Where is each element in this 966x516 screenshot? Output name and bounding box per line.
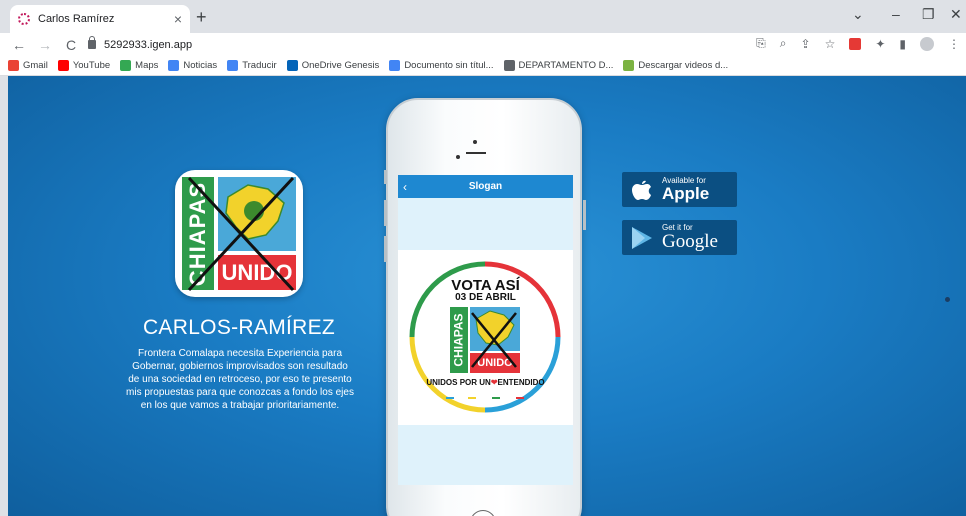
apple-store-button[interactable]: Available for Apple	[622, 172, 737, 207]
cross-mark-icon	[187, 176, 295, 292]
bookmark-label: OneDrive Genesis	[301, 60, 380, 71]
bookmark-favicon-icon	[623, 60, 635, 71]
web-page: CHIAPAS UNIDO CARLOS-RAMÍREZ Frontera Co…	[8, 76, 966, 516]
tab-search-icon[interactable]: ⌄	[852, 6, 864, 23]
bookmark-label: YouTube	[72, 60, 111, 71]
google-store-big-text: Google	[662, 231, 718, 252]
bookmark-item[interactable]: Traducir	[227, 60, 277, 71]
slogan-unidos-text: UNIDOS POR UN❤ENTENDIDO	[426, 378, 545, 387]
browser-toolbar: ← → C 5292933.igen.app ⎘ ⌕ ⇪ ☆ ✦ ▮ ⋮	[0, 33, 966, 56]
pdf-extension-icon[interactable]	[849, 37, 862, 50]
address-bar[interactable]: 5292933.igen.app	[88, 35, 192, 54]
bookmark-item[interactable]: DEPARTAMENTO D...	[503, 60, 614, 71]
bookmark-label: Gmail	[23, 60, 48, 71]
lock-icon[interactable]	[88, 36, 96, 49]
bookmark-favicon-icon	[168, 60, 180, 71]
bookmark-label: Traducir	[242, 60, 277, 71]
bookmark-item[interactable]: Documento sin títul...	[389, 60, 494, 71]
heart-icon: ❤	[490, 378, 498, 387]
bookmark-label: Noticias	[183, 60, 218, 71]
bookmark-item[interactable]: Gmail	[8, 60, 48, 71]
bookmark-item[interactable]: Noticias	[168, 60, 217, 71]
bookmark-favicon-icon	[286, 60, 298, 71]
mini-cross-mark-icon	[471, 312, 517, 368]
bookmark-label: DEPARTAMENTO D...	[518, 60, 614, 71]
install-app-icon[interactable]: ⎘	[756, 36, 766, 51]
google-play-icon	[622, 226, 662, 250]
bookmark-item[interactable]: YouTube	[57, 60, 111, 71]
slogan-image: VOTA ASÍ 03 DE ABRIL CHIAPAS UNIDO UNIDO…	[398, 250, 573, 425]
slogan-mini-logo: CHIAPAS UNIDO	[450, 307, 520, 373]
apple-store-big-text: Apple	[662, 184, 710, 203]
bookmark-label: Maps	[135, 60, 159, 71]
side-panel-icon[interactable]: ▮	[899, 37, 906, 51]
bookmark-label: Descargar videos d...	[638, 60, 729, 71]
restore-button[interactable]: ❐	[922, 6, 935, 23]
menu-kebab-icon[interactable]: ⋮	[948, 37, 960, 51]
bookmarks-bar: Gmail YouTube Maps Noticias Traducir OneDrive…	[0, 56, 966, 76]
bookmark-favicon-icon	[227, 60, 239, 71]
slogan-date-text: 03 DE ABRIL	[455, 292, 516, 303]
share-icon[interactable]: ⇪	[801, 37, 811, 51]
url-text[interactable]: 5292933.igen.app	[104, 39, 192, 51]
bookmark-favicon-icon	[57, 60, 69, 71]
new-tab-button[interactable]: +	[196, 7, 207, 28]
page-dot	[945, 297, 950, 302]
tab-strip: Carlos Ramírez × + ⌄ – ❐ ✕	[0, 0, 966, 33]
phone-speaker	[466, 152, 486, 154]
apple-icon	[622, 179, 662, 201]
back-chevron-icon[interactable]: ‹	[398, 180, 412, 194]
bookmark-item[interactable]: Descargar videos d...	[623, 60, 728, 71]
phone-home-button	[470, 510, 496, 516]
google-store-button[interactable]: Get it for Google	[622, 220, 737, 255]
reload-button[interactable]: C	[64, 37, 78, 53]
site-favicon-icon	[18, 13, 30, 25]
close-window-button[interactable]: ✕	[950, 6, 962, 23]
chiapas-unido-logo: CHIAPAS UNIDO	[175, 170, 303, 297]
tab-title: Carlos Ramírez	[38, 13, 115, 25]
bookmark-label: Documento sin títul...	[404, 60, 494, 71]
candidate-name: CARLOS-RAMÍREZ	[142, 316, 336, 339]
bookmark-item[interactable]: Maps	[120, 60, 158, 71]
phone-screen: ‹ Slogan VOTA ASÍ 03 DE ABRIL CHIAPAS UN…	[398, 175, 573, 485]
profile-avatar[interactable]	[920, 36, 934, 51]
bookmark-star-icon[interactable]: ☆	[825, 37, 836, 51]
phone-sensor	[456, 155, 460, 159]
bookmark-favicon-icon	[389, 60, 401, 71]
candidate-description: Frontera Comalapa necesita Experiencia p…	[126, 348, 354, 411]
toolbar-actions: ⎘ ⌕ ⇪ ☆ ✦ ▮ ⋮	[756, 36, 960, 51]
phone-camera	[473, 140, 477, 144]
zoom-icon[interactable]: ⌕	[780, 36, 787, 51]
app-header-title: Slogan	[468, 181, 503, 192]
browser-tab[interactable]: Carlos Ramírez ×	[10, 5, 190, 33]
bookmark-favicon-icon	[120, 60, 132, 71]
minimize-button[interactable]: –	[892, 6, 900, 22]
forward-button[interactable]: →	[38, 37, 52, 53]
extensions-puzzle-icon[interactable]: ✦	[875, 37, 885, 51]
app-header: ‹ Slogan	[398, 175, 573, 198]
bookmark-favicon-icon	[503, 60, 515, 71]
bookmark-favicon-icon	[8, 60, 19, 71]
phone-mockup: ‹ Slogan VOTA ASÍ 03 DE ABRIL CHIAPAS UN…	[384, 98, 586, 516]
tab-close-icon[interactable]: ×	[174, 11, 182, 27]
bookmark-item[interactable]: OneDrive Genesis	[286, 60, 380, 71]
back-button[interactable]: ←	[12, 37, 26, 53]
